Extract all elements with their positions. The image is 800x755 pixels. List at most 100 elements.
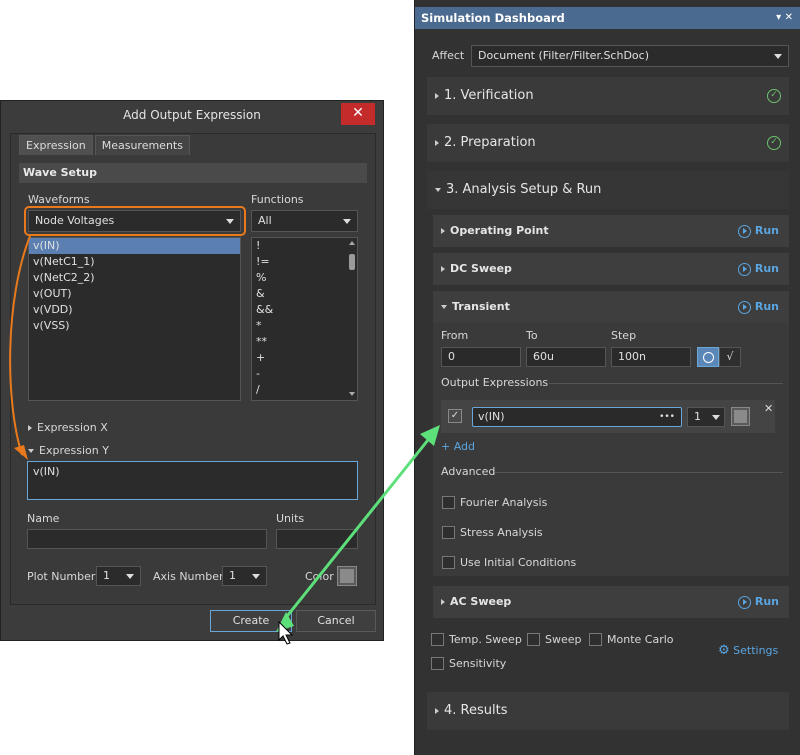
clock-icon[interactable] <box>697 347 719 367</box>
operating-point-row[interactable]: Operating Point Run <box>433 215 789 247</box>
functions-list[interactable]: ! != % & && * ** + - / <box>251 237 358 401</box>
expression-color-swatch[interactable] <box>731 407 750 426</box>
scroll-down-icon[interactable] <box>349 392 355 396</box>
tab-measurements[interactable]: Measurements <box>94 135 190 155</box>
list-item[interactable]: % <box>252 270 357 286</box>
list-item[interactable]: - <box>252 366 357 382</box>
ac-sweep-label: AC Sweep <box>450 595 512 608</box>
axis-number-select[interactable]: 1 <box>222 566 267 586</box>
run-button[interactable]: Run <box>737 224 779 238</box>
chevron-down-icon <box>774 54 782 59</box>
expression-y-input[interactable]: v(IN) <box>27 461 358 500</box>
play-circle-icon <box>737 595 751 609</box>
chevron-down-icon <box>126 574 134 579</box>
plot-number-select[interactable]: 1 <box>96 566 141 586</box>
checkbox-box[interactable] <box>442 495 455 509</box>
list-item[interactable]: v(NetC2_2) <box>29 270 240 286</box>
color-swatch[interactable] <box>337 566 357 586</box>
panel-menu-close-icons[interactable]: ▾ ✕ <box>776 7 793 29</box>
list-item[interactable]: v(NetC1_1) <box>29 254 240 270</box>
checkbox-box[interactable] <box>442 555 455 569</box>
section-verification[interactable]: 1. Verification ✓ <box>427 77 789 115</box>
functions-select-value: All <box>258 214 272 227</box>
run-button[interactable]: Run <box>737 595 779 609</box>
sweep-label: Sweep <box>545 632 582 646</box>
section-analysis[interactable]: 3. Analysis Setup & Run <box>427 171 789 209</box>
list-item[interactable]: && <box>252 302 357 318</box>
functions-select[interactable]: All <box>251 210 358 232</box>
waveforms-label: Waveforms <box>28 193 90 206</box>
sensitivity-checkbox[interactable]: Sensitivity <box>431 656 506 670</box>
from-label: From <box>441 329 469 342</box>
axis-number-value: 1 <box>229 569 236 582</box>
initial-conditions-checkbox[interactable]: Use Initial Conditions <box>442 555 576 569</box>
section-results[interactable]: 4. Results <box>427 692 789 730</box>
tab-expression[interactable]: Expression <box>19 135 93 155</box>
expression-enabled-checkbox[interactable]: ✓ <box>448 409 462 423</box>
waveform-icon[interactable]: √ <box>719 347 741 367</box>
play-circle-icon <box>737 262 751 276</box>
add-expression-link[interactable]: + Add <box>441 440 475 453</box>
play-circle-icon <box>737 300 751 314</box>
list-item[interactable]: v(IN) <box>29 238 240 254</box>
run-label: Run <box>754 262 779 275</box>
settings-button[interactable]: ⚙ Settings <box>718 643 778 658</box>
list-item[interactable]: ! <box>252 238 357 254</box>
scroll-up-icon[interactable] <box>349 241 355 245</box>
checkbox-box[interactable] <box>442 525 455 539</box>
expression-x-toggle[interactable]: Expression X <box>28 421 108 434</box>
units-input[interactable] <box>276 529 358 549</box>
more-icon[interactable]: ••• <box>659 408 675 426</box>
cancel-button[interactable]: Cancel <box>296 610 376 632</box>
expression-plot-select[interactable]: 1 <box>687 407 725 427</box>
checkbox-box[interactable] <box>431 656 444 670</box>
close-button[interactable]: ✕ <box>341 103 375 125</box>
add-output-expression-dialog: Add Output Expression ✕ Expression Measu… <box>0 100 384 641</box>
create-button[interactable]: Create <box>210 610 292 632</box>
remove-expression-icon[interactable]: ✕ <box>764 402 773 415</box>
monte-carlo-checkbox[interactable]: Monte Carlo <box>589 632 674 646</box>
affect-select[interactable]: Document (Filter/Filter.SchDoc) <box>471 45 789 67</box>
list-item[interactable]: v(OUT) <box>29 286 240 302</box>
name-input[interactable] <box>27 529 267 549</box>
functions-scrollbar[interactable] <box>348 238 356 400</box>
list-item[interactable]: / <box>252 382 357 398</box>
list-item[interactable]: * <box>252 318 357 334</box>
list-item[interactable]: ** <box>252 334 357 350</box>
expression-y-label: Expression Y <box>39 444 109 457</box>
transient-row[interactable]: Transient Run <box>433 291 789 323</box>
run-button[interactable]: Run <box>737 300 779 314</box>
dc-sweep-row[interactable]: DC Sweep Run <box>433 253 789 285</box>
scroll-thumb[interactable] <box>349 254 355 270</box>
chevron-right-icon <box>441 266 445 272</box>
list-item[interactable]: & <box>252 286 357 302</box>
checkbox-box[interactable] <box>527 632 540 646</box>
plot-number-label: Plot Number <box>27 570 96 583</box>
step-input[interactable]: 100n <box>611 347 691 367</box>
section-preparation[interactable]: 2. Preparation ✓ <box>427 124 789 162</box>
ac-sweep-row[interactable]: AC Sweep Run <box>433 586 789 618</box>
list-item[interactable]: v(VSS) <box>29 318 240 334</box>
fourier-analysis-checkbox[interactable]: Fourier Analysis <box>442 495 547 509</box>
waveforms-list[interactable]: v(IN) v(NetC1_1) v(NetC2_2) v(OUT) v(VDD… <box>28 237 241 401</box>
waveforms-highlight <box>24 206 246 236</box>
list-item[interactable]: v(VDD) <box>29 302 240 318</box>
run-button[interactable]: Run <box>737 262 779 276</box>
panel-title: Simulation Dashboard ▾ ✕ <box>415 7 800 29</box>
to-input[interactable]: 60u <box>526 347 606 367</box>
expression-x-label: Expression X <box>37 421 108 434</box>
list-item[interactable]: + <box>252 350 357 366</box>
expression-input[interactable]: v(IN) ••• <box>472 407 682 427</box>
expression-y-toggle[interactable]: Expression Y <box>28 444 109 457</box>
verification-label: 1. Verification <box>444 88 534 103</box>
from-input[interactable]: 0 <box>441 347 521 367</box>
stress-analysis-checkbox[interactable]: Stress Analysis <box>442 525 543 539</box>
temp-sweep-checkbox[interactable]: Temp. Sweep <box>431 632 522 646</box>
preparation-label: 2. Preparation <box>444 135 536 150</box>
checkbox-box[interactable] <box>431 632 444 646</box>
run-label: Run <box>754 300 779 313</box>
list-item[interactable]: != <box>252 254 357 270</box>
checkbox-box[interactable] <box>589 632 602 646</box>
check-circle-icon: ✓ <box>767 136 781 150</box>
sweep-checkbox[interactable]: Sweep <box>527 632 582 646</box>
